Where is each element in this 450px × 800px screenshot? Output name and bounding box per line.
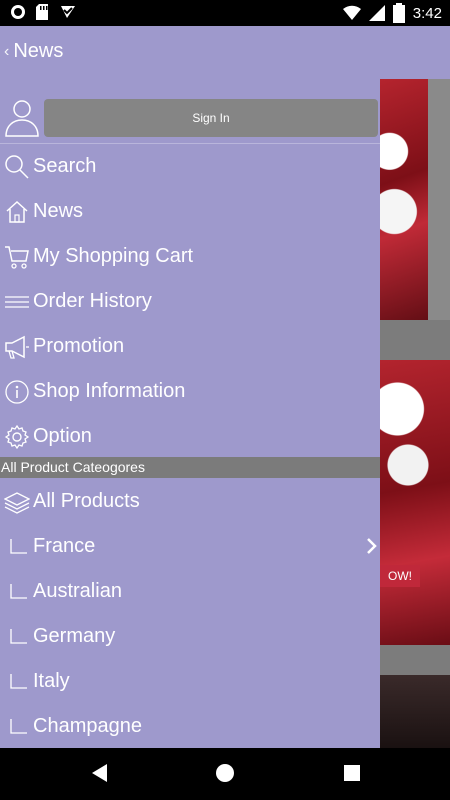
system-nav-bar [0, 748, 450, 800]
menu-item-search[interactable]: Search [0, 144, 380, 189]
user-avatar-icon [5, 100, 39, 137]
subcategory-icon [9, 628, 27, 644]
subcategory-icon [9, 718, 27, 734]
image-detail [380, 360, 450, 500]
circle-notification-icon [11, 5, 25, 19]
subcategory-icon [9, 538, 27, 554]
image-detail [380, 79, 428, 320]
menu-item-label: Shop Information [33, 380, 186, 402]
navigation-drawer: Sign In Search News My Shopping Cart Ord… [0, 79, 380, 748]
menu-item-label: Option [33, 425, 92, 447]
battery-icon [392, 3, 405, 23]
layers-icon [3, 491, 30, 514]
news-image[interactable]: OW! [380, 360, 450, 645]
wifi-icon [342, 5, 361, 21]
subcategory-icon [9, 673, 27, 689]
profile-header: Sign In [0, 79, 380, 143]
menu-item-news[interactable]: News [0, 189, 380, 234]
cart-icon [4, 245, 29, 269]
menu-item-label: Order History [33, 290, 152, 312]
status-time: 3:42 [412, 4, 442, 22]
category-label: All Products [33, 490, 140, 512]
list-icon [4, 295, 29, 308]
megaphone-icon [4, 335, 29, 359]
image-edge [428, 79, 450, 320]
news-caption-bar [380, 645, 450, 675]
news-feed-background: OW! [380, 79, 450, 748]
check-box-icon [61, 6, 75, 18]
news-caption-bar [380, 320, 450, 360]
signal-icon [368, 5, 385, 21]
search-icon [4, 154, 29, 179]
subcategory-icon [9, 583, 27, 599]
back-nav-icon[interactable] [89, 762, 109, 784]
menu-item-label: News [33, 200, 84, 222]
menu-item-shop-information[interactable]: Shop Information [0, 369, 380, 414]
back-label: News [13, 40, 64, 62]
category-champagne[interactable]: Champagne [0, 704, 380, 749]
status-bar: 3:42 [0, 0, 450, 26]
category-label: Italy [33, 670, 70, 692]
menu-item-label: Promotion [33, 335, 125, 357]
category-label: Champagne [33, 715, 142, 737]
recents-nav-icon[interactable] [342, 762, 362, 784]
category-label: Germany [33, 625, 116, 647]
category-label: Australian [33, 580, 122, 602]
sign-in-button[interactable]: Sign In [44, 99, 378, 137]
menu-item-order-history[interactable]: Order History [0, 279, 380, 324]
gear-icon [4, 424, 29, 449]
home-icon [5, 200, 28, 223]
menu-item-option[interactable]: Option [0, 414, 380, 459]
category-france[interactable]: France [0, 524, 380, 569]
section-header-categories: All Product Cateogores [0, 457, 380, 478]
category-germany[interactable]: Germany [0, 614, 380, 659]
chevron-left-icon: ‹ [4, 42, 10, 60]
category-label: France [33, 535, 96, 557]
category-italy[interactable]: Italy [0, 659, 380, 704]
back-button[interactable]: ‹ News [4, 40, 63, 63]
news-image[interactable] [380, 675, 450, 748]
sd-card-icon [36, 4, 48, 20]
news-image[interactable] [380, 79, 450, 320]
home-nav-icon[interactable] [215, 762, 235, 784]
menu-item-label: My Shopping Cart [33, 245, 194, 267]
info-icon [4, 379, 29, 404]
promo-tag: OW! [380, 565, 420, 587]
chevron-right-icon[interactable] [366, 536, 378, 556]
category-all-products[interactable]: All Products [0, 479, 380, 524]
category-australian[interactable]: Australian [0, 569, 380, 614]
menu-item-label: Search [33, 155, 97, 177]
menu-item-promotion[interactable]: Promotion [0, 324, 380, 369]
app-bar: ‹ News [0, 26, 450, 79]
menu-item-shopping-cart[interactable]: My Shopping Cart [0, 234, 380, 279]
